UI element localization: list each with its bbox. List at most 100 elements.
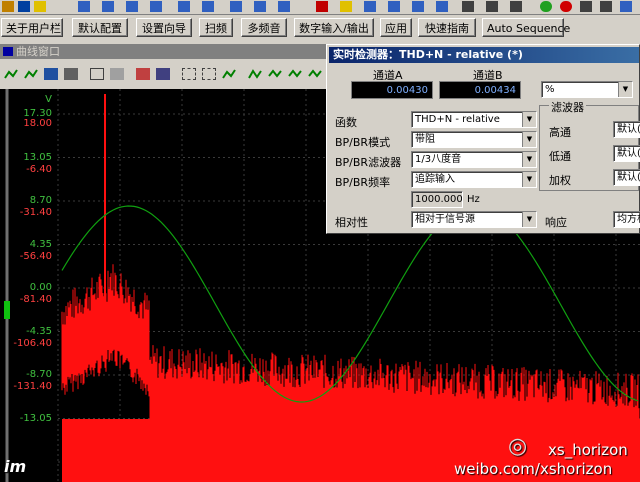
weighting-label: 加权 xyxy=(549,174,571,187)
chevron-down-icon[interactable]: ▼ xyxy=(522,132,536,147)
y-tick-label-red: -106.40 xyxy=(13,337,52,349)
stop-icon[interactable] xyxy=(560,1,572,12)
bulb-icon[interactable] xyxy=(340,1,352,12)
graph-window-title: 曲线窗口 xyxy=(16,45,60,58)
response-select[interactable]: 均方根 xyxy=(613,211,640,228)
frequency-field[interactable]: 1000.000 xyxy=(411,191,463,208)
chevron-down-icon[interactable]: ▼ xyxy=(522,172,536,187)
folder-icon[interactable] xyxy=(34,1,46,12)
legend-icon[interactable] xyxy=(156,68,170,80)
bp-freq-select[interactable]: 追踪输入 ▼ xyxy=(411,171,537,188)
button-bar: 关于用户栏 默认配置 设置向导 扫频 多频音 数字输入/输出 应用 快速指南 A… xyxy=(0,15,640,41)
watermark-url: weibo.com/xshorizon xyxy=(454,460,613,478)
function-select[interactable]: THD+N - relative ▼ xyxy=(411,111,537,128)
cursor-icon[interactable] xyxy=(308,68,322,80)
bp-filter-label: BP/BR滤波器 xyxy=(335,156,402,169)
bp-mode-value: 带阻 xyxy=(415,134,435,145)
y-tick-label-green: 0.00 xyxy=(29,282,52,293)
function-value: THD+N - relative xyxy=(415,114,500,125)
close-x-icon[interactable] xyxy=(316,1,328,12)
default-config-button[interactable]: 默认配置 xyxy=(72,18,128,37)
generator-out-icon[interactable] xyxy=(78,1,90,12)
save-graph-icon[interactable] xyxy=(44,68,58,80)
frequency-unit: Hz xyxy=(467,194,480,205)
setup-wizard-button[interactable]: 设置向导 xyxy=(136,18,192,37)
digital-io-button[interactable]: 数字输入/输出 xyxy=(294,18,374,37)
user-panel-button[interactable]: 关于用户栏 xyxy=(1,18,63,37)
weighting-select[interactable]: 默认( xyxy=(613,169,640,186)
quick-guide-button[interactable]: 快速指南 xyxy=(418,18,476,37)
y-tick-label-green: 8.70 xyxy=(29,195,52,206)
generator-out-icon[interactable] xyxy=(102,1,114,12)
y-unit: V xyxy=(45,94,52,105)
chevron-down-icon[interactable]: ▼ xyxy=(522,112,536,127)
edit-icon[interactable] xyxy=(136,68,150,80)
apps-button[interactable]: 应用 xyxy=(380,18,412,37)
meter-icon[interactable] xyxy=(486,1,498,12)
multitone-button[interactable]: 多频音 xyxy=(241,18,287,37)
sweep-button[interactable]: 扫频 xyxy=(199,18,233,37)
relative-select[interactable]: 相对于信号源 ▼ xyxy=(411,211,537,228)
graph-toolbar xyxy=(0,60,330,88)
generator-out-icon[interactable] xyxy=(202,1,214,12)
y-tick-label-red: -6.40 xyxy=(26,163,52,175)
cursor-icon[interactable] xyxy=(288,68,302,80)
settings-icon[interactable] xyxy=(620,1,632,12)
weibo-logo-icon: ◎ xyxy=(508,434,528,459)
highpass-label: 高通 xyxy=(549,126,571,139)
go-icon[interactable] xyxy=(540,1,552,12)
open-icon[interactable] xyxy=(2,1,14,12)
graph-window-icon xyxy=(3,47,13,56)
chevron-down-icon[interactable]: ▼ xyxy=(522,212,536,227)
cursor-icon[interactable] xyxy=(248,68,262,80)
step-icon[interactable] xyxy=(600,1,612,12)
zoom-icon[interactable] xyxy=(182,68,196,80)
analyzer-in-icon[interactable] xyxy=(230,1,242,12)
analyzer-in-icon[interactable] xyxy=(254,1,266,12)
generator-out-icon[interactable] xyxy=(150,1,162,12)
autoscale-icon[interactable] xyxy=(222,68,236,80)
print-icon[interactable] xyxy=(64,68,78,80)
cursor-icon[interactable] xyxy=(268,68,282,80)
y-tick-label-green: -8.70 xyxy=(26,369,52,380)
analyzer-in-icon[interactable] xyxy=(364,1,376,12)
analyzer-in-icon[interactable] xyxy=(388,1,400,12)
generator-out-icon[interactable] xyxy=(126,1,138,12)
analyzer-in-icon[interactable] xyxy=(412,1,424,12)
chevron-down-icon[interactable]: ▼ xyxy=(522,152,536,167)
y-tick-label-red: -56.40 xyxy=(19,250,52,262)
zoom-out-icon[interactable] xyxy=(202,68,216,80)
trace-icon[interactable] xyxy=(24,68,38,80)
top-toolbar xyxy=(0,0,640,15)
graph-window-titlebar: 曲线窗口 xyxy=(0,44,330,59)
unit-select[interactable]: % ▼ xyxy=(541,81,633,98)
analyzer-in-icon[interactable] xyxy=(436,1,448,12)
lowpass-select[interactable]: 默认( xyxy=(613,145,640,162)
filter-group-label: 滤波器 xyxy=(549,99,586,115)
relative-label: 相对性 xyxy=(335,216,368,229)
bp-mode-select[interactable]: 带阻 ▼ xyxy=(411,131,537,148)
grid-icon[interactable] xyxy=(90,68,104,80)
y-tick-label-green: 13.05 xyxy=(23,151,52,163)
auto-sequence-button[interactable]: Auto Sequence xyxy=(482,18,570,37)
y-tick-label-red: -81.40 xyxy=(19,294,52,305)
bp-filter-select[interactable]: 1/3八度音 ▼ xyxy=(411,151,537,168)
bp-mode-label: BP/BR模式 xyxy=(335,136,391,149)
dialog-title[interactable]: 实时检测器：THD+N - relative (*) xyxy=(329,47,639,63)
lowpass-label: 低通 xyxy=(549,150,571,163)
channel-a-readout: 0.00430 xyxy=(351,81,433,99)
meter-icon[interactable] xyxy=(510,1,522,12)
y-tick-label-red: -31.40 xyxy=(19,207,52,218)
trace-icon[interactable] xyxy=(4,68,18,80)
table-icon[interactable] xyxy=(110,68,124,80)
chevron-down-icon[interactable]: ▼ xyxy=(618,82,632,97)
y-tick-label-green: -13.05 xyxy=(19,412,52,424)
analyzer-in-icon[interactable] xyxy=(278,1,290,12)
meter-icon[interactable] xyxy=(462,1,474,12)
pause-icon[interactable] xyxy=(580,1,592,12)
save-icon[interactable] xyxy=(18,1,30,12)
bp-freq-value: 追踪输入 xyxy=(415,174,455,185)
generator-out-icon[interactable] xyxy=(178,1,190,12)
highpass-select[interactable]: 默认( xyxy=(613,121,640,138)
im-logo: im xyxy=(4,457,27,476)
